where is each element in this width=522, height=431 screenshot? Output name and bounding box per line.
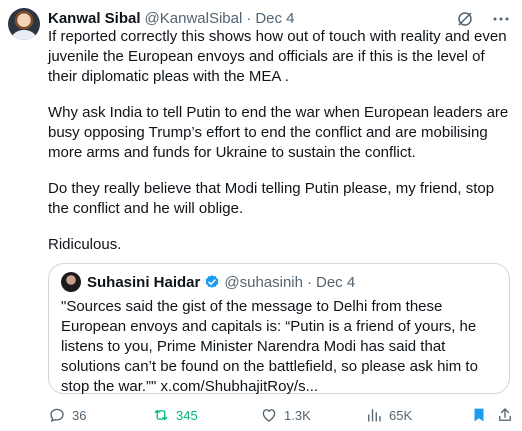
tweet-paragraph-2: Why ask India to tell Putin to end the w… [48, 104, 509, 161]
bookmark-icon [474, 408, 484, 422]
share-button[interactable] [496, 405, 514, 425]
quoted-tweet-date: Dec 4 [315, 273, 356, 291]
quoted-tweet-text: "Sources said the gist of the message to… [61, 298, 478, 395]
author-name[interactable]: Kanwal Sibal [48, 10, 141, 27]
quoted-author-handle: @suhasinih [224, 273, 303, 291]
tweet-body: If reported correctly this shows how out… [48, 27, 510, 271]
reply-icon [50, 408, 64, 422]
author-avatar[interactable] [8, 8, 40, 40]
reply-count: 36 [72, 407, 87, 423]
like-icon [262, 409, 276, 422]
quoted-tweet-header: Suhasini Haidar @suhasinih · Dec 4 [87, 271, 355, 293]
bookmark-button[interactable] [470, 405, 488, 425]
grok-icon[interactable] [456, 10, 474, 28]
verified-icon [205, 275, 219, 288]
repost-button[interactable]: 345 [152, 405, 198, 425]
quoted-tweet[interactable]: Suhasini Haidar @suhasinih · Dec 4 "Sour… [48, 263, 510, 395]
header-separator: · [246, 9, 252, 27]
tweet-date[interactable]: Dec 4 [255, 10, 294, 27]
share-icon [499, 408, 511, 421]
action-bar: 36 345 1.3K 65K [48, 405, 511, 425]
views-button[interactable]: 65K [365, 405, 412, 425]
quoted-header-separator: · [306, 273, 312, 291]
more-icon[interactable] [492, 12, 510, 26]
repost-count: 345 [176, 407, 198, 423]
like-button[interactable]: 1.3K [260, 405, 311, 425]
tweet-paragraph-3: Do they really believe that Modi telling… [48, 180, 495, 217]
repost-icon [154, 409, 168, 421]
quoted-author-avatar [61, 272, 81, 292]
quoted-author-name: Suhasini Haidar [87, 273, 201, 291]
tweet-header: Kanwal Sibal @KanwalSibal · Dec 4 [48, 8, 295, 28]
reply-button[interactable]: 36 [48, 405, 86, 425]
views-count: 65K [389, 407, 413, 423]
tweet-paragraph-4: Ridiculous. [48, 236, 122, 253]
author-handle[interactable]: @KanwalSibal [145, 10, 243, 27]
like-count: 1.3K [284, 407, 311, 423]
views-icon [368, 409, 381, 422]
tweet-paragraph-1: If reported correctly this shows how out… [48, 28, 507, 85]
